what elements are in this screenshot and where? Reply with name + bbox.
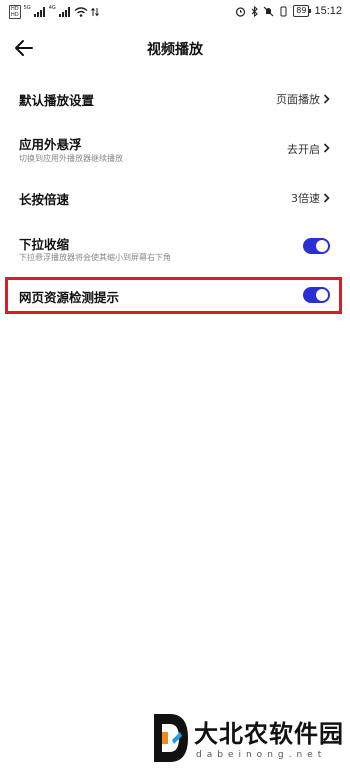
page-title: 视频播放 — [147, 42, 203, 58]
setting-subtitle: 切换到应用外播放器继续播放 — [19, 154, 123, 163]
setting-value: 3倍速 — [291, 192, 320, 205]
setting-title: 下拉收缩 — [19, 237, 70, 252]
chevron-right-icon — [323, 143, 330, 153]
toggle-knob — [316, 240, 328, 252]
setting-title: 长按倍速 — [19, 192, 70, 207]
alarm-icon — [236, 6, 246, 17]
wifi-icon — [74, 7, 88, 17]
setting-subtitle: 下拉悬浮播放器将会使其缩小到屏幕右下角 — [19, 253, 171, 262]
hd-bottom-label: HD — [11, 12, 19, 18]
status-right: 89 15:12 — [235, 5, 342, 17]
setting-title: 应用外悬浮 — [19, 137, 82, 152]
watermark-logo-icon — [154, 714, 188, 762]
setting-long-press-speed[interactable]: 长按倍速 3倍速 — [0, 180, 350, 216]
setting-title: 默认播放设置 — [19, 93, 95, 108]
pull-down-toggle[interactable] — [303, 238, 330, 254]
setting-default-playback[interactable]: 默认播放设置 页面播放 — [0, 80, 350, 116]
vibrate-icon — [280, 6, 287, 16]
network-type-2: 4G — [48, 5, 56, 11]
setting-value: 去开启 — [287, 143, 320, 156]
setting-pull-down-shrink: 下拉收缩 下拉悬浮播放器将会使其缩小到屏幕右下角 — [0, 228, 350, 270]
watermark-name: 大北农软件园 — [194, 720, 344, 748]
status-left: HD HD 5G 4G — [9, 5, 99, 19]
setting-title: 网页资源检测提示 — [19, 290, 120, 305]
watermark-domain: dabeinong.net — [196, 750, 327, 760]
bluetooth-icon — [251, 5, 259, 17]
hd-badge: HD HD — [9, 5, 21, 19]
battery-indicator: 89 — [293, 5, 312, 17]
watermark: 大北农软件园 dabeinong.net — [150, 706, 350, 772]
resource-detect-toggle[interactable] — [303, 287, 330, 303]
chevron-right-icon — [323, 94, 330, 104]
signal-icon — [33, 7, 45, 17]
setting-floating-window[interactable]: 应用外悬浮 切换到应用外播放器继续播放 去开启 — [0, 126, 350, 168]
mute-icon — [263, 6, 274, 16]
header: 视频播放 — [0, 30, 350, 64]
status-bar: HD HD 5G 4G 89 15:12 — [0, 0, 350, 26]
setting-resource-detect: 网页资源检测提示 — [0, 280, 350, 311]
signal-icon-2 — [58, 7, 70, 17]
toggle-knob — [316, 289, 328, 301]
clock: 15:12 — [314, 5, 342, 17]
data-transfer-icon — [90, 7, 99, 17]
network-type-1: 5G — [23, 5, 31, 11]
setting-value: 页面播放 — [276, 93, 320, 106]
chevron-right-icon — [323, 193, 330, 203]
